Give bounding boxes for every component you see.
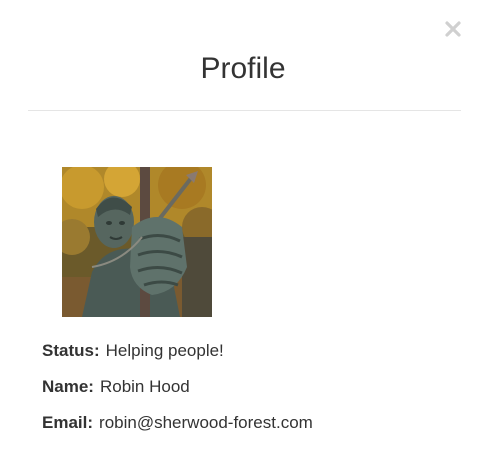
- email-value: robin@sherwood-forest.com: [99, 413, 313, 432]
- status-value: Helping people!: [105, 341, 224, 360]
- name-row: Name: Robin Hood: [42, 376, 190, 398]
- header-divider: [28, 110, 461, 111]
- avatar: [62, 167, 212, 317]
- modal-title: Profile: [200, 52, 286, 85]
- profile-modal: Profile Status: Helping people! Name: Ro…: [0, 0, 486, 471]
- status-label: Status:: [42, 341, 100, 360]
- name-value: Robin Hood: [99, 377, 190, 396]
- email-row: Email: robin@sherwood-forest.com: [42, 412, 313, 434]
- close-button[interactable]: [444, 20, 462, 38]
- avatar-image: [62, 167, 212, 317]
- name-label: Name:: [42, 377, 94, 396]
- status-row: Status: Helping people!: [42, 340, 224, 362]
- close-icon[interactable]: [444, 20, 462, 38]
- email-label: Email:: [42, 413, 94, 432]
